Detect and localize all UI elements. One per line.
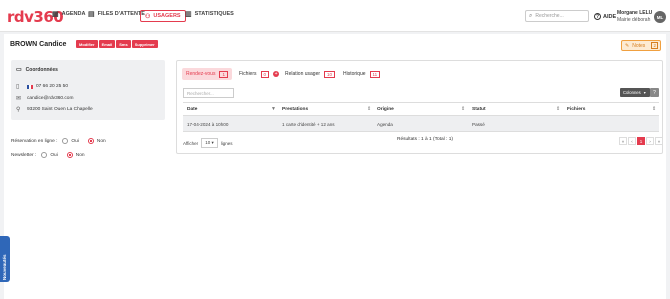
oui-label: Oui	[50, 152, 58, 158]
user-organization: Mairie déborah	[617, 17, 651, 23]
non-label: Non	[75, 152, 85, 158]
email-button[interactable]: Email	[98, 40, 116, 48]
cell-statut: Passé	[472, 122, 485, 127]
reservation-label: Réservation en ligne :	[11, 138, 58, 144]
page-1-button[interactable]: 1	[637, 137, 645, 145]
column-statut[interactable]: Statut	[472, 107, 486, 112]
add-file-icon[interactable]: +	[273, 71, 280, 77]
coordinates-card: ▭ Coordonnées ▯ 07 66 20 25 50 ✉ candice@rd…	[11, 60, 165, 120]
lines-label: lignes	[220, 140, 233, 146]
columns-button[interactable]: Colonnes ▾	[620, 88, 650, 97]
nav-agenda[interactable]: ▦ AGENDA	[52, 10, 85, 18]
nav-files-attente[interactable]: ▤ FILES D'ATTENTE	[88, 10, 145, 18]
tab-fichiers[interactable]: Fichiers 0 +	[239, 68, 280, 80]
envelope-icon: ✉	[16, 96, 22, 102]
help-icon: ?	[594, 13, 601, 20]
table-row[interactable]: 17-04-2024 à 10h00 1 carte d'identité + …	[183, 116, 659, 132]
email-line: ✉ candice@rdv360.com	[16, 95, 73, 102]
prev-page-button[interactable]: ‹	[628, 137, 636, 145]
newsletter-label: Newsletter :	[11, 152, 37, 158]
first-page-button[interactable]: «	[619, 137, 627, 145]
last-page-button[interactable]: »	[655, 137, 663, 145]
next-page-button[interactable]: ›	[646, 137, 654, 145]
address-line: ⚲ 93200 Saint Ouen La Chapelle	[16, 106, 93, 113]
table-help-button[interactable]: ?	[650, 88, 659, 97]
table-search-input[interactable]: Rechercher...	[183, 88, 234, 98]
sort-icon[interactable]: ⇕	[367, 106, 371, 112]
sort-icon[interactable]: ⇕	[556, 106, 560, 112]
tab-count: 11	[369, 70, 381, 78]
france-flag-icon	[27, 84, 33, 89]
column-date[interactable]: Date	[187, 107, 197, 112]
cell-date: 17-04-2024 à 10h00	[187, 122, 229, 127]
id-card-icon: ▭	[16, 67, 22, 73]
page-title: BROWN Candice	[10, 41, 67, 48]
tab-count: 0	[260, 70, 270, 78]
pagination: « ‹ 1 › »	[618, 137, 663, 145]
pencil-icon: ✎	[625, 42, 630, 49]
tab-count: 10	[324, 70, 336, 78]
queue-icon: ▤	[88, 11, 95, 18]
newsletter-option: Newsletter : Oui Non	[11, 152, 85, 158]
column-prestations[interactable]: Prestations	[282, 107, 308, 112]
phone-value[interactable]: 07 66 20 25 50	[36, 84, 68, 89]
news-side-tab[interactable]: Nouveautés	[0, 236, 10, 282]
user-name: Morgane LELU	[617, 10, 653, 16]
notes-count: 2	[651, 42, 658, 49]
tab-count: 1	[219, 70, 228, 78]
notes-button[interactable]: ✎ Notes 2	[621, 40, 661, 51]
tab-historique[interactable]: Historique 11	[343, 68, 381, 80]
caret-down-icon: ▾	[643, 90, 646, 95]
modify-button[interactable]: Modifier	[76, 40, 98, 48]
delete-button[interactable]: Supprimer	[131, 40, 158, 48]
reservation-oui-radio[interactable]	[62, 138, 69, 144]
appointments-panel: Rendez-vous 1 Fichiers 0 + Relation usager 1…	[176, 60, 663, 154]
reservation-option: Réservation en ligne : Oui Non	[11, 138, 106, 144]
client-actions: Modifier Email Sms Supprimer	[76, 40, 159, 48]
results-summary: Résultats : 1 à 1 (Total : 1)	[397, 137, 453, 142]
nav-usagers[interactable]: ⚇ USAGERS	[140, 10, 186, 22]
reservation-non-radio[interactable]	[87, 138, 94, 144]
sort-icon[interactable]: ⇕	[461, 106, 465, 112]
map-pin-icon: ⚲	[16, 107, 21, 113]
calendar-icon: ▦	[52, 11, 59, 18]
top-bar: rdv360 ▦ AGENDA ▤ FILES D'ATTENTE ⚇ USAGERS…	[0, 0, 670, 32]
tab-relation-usager[interactable]: Relation usager 10	[285, 68, 336, 80]
cell-prestations: 1 carte d'identité + 12 ans	[282, 122, 335, 127]
page-size-select[interactable]: 10 ▾	[201, 138, 218, 148]
search-icon: ⌕	[529, 12, 533, 19]
help-button[interactable]: ? AIDE	[594, 13, 616, 20]
cell-origine: Agenda	[377, 122, 393, 127]
newsletter-oui-radio[interactable]	[41, 152, 48, 158]
users-icon: ⚇	[145, 13, 151, 20]
coordinates-title: ▭ Coordonnées	[16, 66, 58, 74]
newsletter-non-radio[interactable]	[66, 152, 73, 158]
nav-statistiques[interactable]: ▥ STATISTIQUES	[185, 10, 234, 18]
sms-button[interactable]: Sms	[116, 40, 131, 48]
sort-desc-icon[interactable]: ▼	[271, 106, 276, 112]
stats-icon: ▥	[185, 11, 192, 18]
news-side-tab-label: Nouveautés	[2, 254, 7, 280]
avatar[interactable]: ML	[654, 11, 666, 23]
email-value[interactable]: candice@rdv360.com	[27, 96, 73, 101]
phone-icon: ▯	[16, 84, 20, 90]
show-label: Afficher	[183, 140, 199, 146]
tab-rendez-vous[interactable]: Rendez-vous 1	[182, 68, 232, 80]
page-size-control: Afficher 10 ▾ lignes	[183, 138, 232, 148]
column-fichiers[interactable]: Fichiers	[567, 107, 585, 112]
column-origine[interactable]: Origine	[377, 107, 394, 112]
oui-label: Oui	[71, 138, 79, 144]
sort-icon[interactable]: ⇕	[652, 106, 656, 112]
phone-line: ▯ 07 66 20 25 50	[16, 83, 68, 90]
non-label: Non	[96, 138, 106, 144]
search-input[interactable]: ⌕ Recherche...	[525, 10, 589, 22]
address-value: 93200 Saint Ouen La Chapelle	[27, 107, 93, 112]
table-header: Date ▼ Prestations ⇕ Origine ⇕ Statut ⇕ …	[183, 102, 659, 116]
